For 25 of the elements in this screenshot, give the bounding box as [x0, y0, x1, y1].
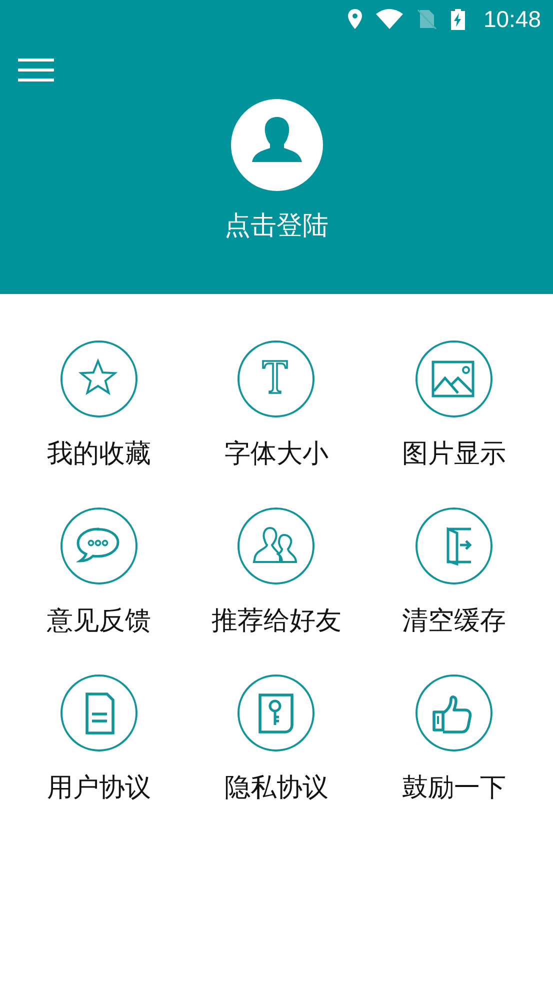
login-link[interactable]: 点击登陆	[224, 209, 328, 243]
clock-time: 10:48	[483, 6, 541, 32]
menu-label[interactable]: 鼓励一下	[402, 770, 506, 806]
menu-label[interactable]: 用户协议	[46, 770, 151, 806]
menu-label[interactable]: 我的收藏	[46, 436, 151, 472]
menu-label[interactable]: 意见反馈	[46, 603, 151, 639]
menu-label[interactable]: 字体大小	[224, 436, 328, 472]
menu-label[interactable]: 图片显示	[402, 436, 506, 472]
image-icon[interactable]	[415, 340, 494, 418]
location-icon	[348, 9, 362, 29]
menu-label[interactable]: 隐私协议	[224, 770, 328, 806]
two-people-icon[interactable]	[237, 507, 316, 585]
menu-label[interactable]: 推荐给好友	[211, 603, 342, 639]
speech-bubble-icon[interactable]	[60, 507, 138, 585]
document-icon[interactable]	[60, 674, 138, 752]
avatar-icon[interactable]	[230, 99, 322, 191]
key-document-icon[interactable]	[237, 674, 316, 752]
menu-icon[interactable]	[18, 58, 54, 82]
thumbs-up-icon[interactable]	[415, 674, 494, 752]
menu-label[interactable]: 清空缓存	[402, 603, 506, 639]
battery-charging-icon	[451, 8, 466, 30]
door-exit-icon[interactable]	[415, 507, 494, 585]
letter-t-icon[interactable]	[237, 340, 316, 418]
no-sim-icon	[417, 9, 438, 29]
wifi-icon	[376, 9, 404, 29]
